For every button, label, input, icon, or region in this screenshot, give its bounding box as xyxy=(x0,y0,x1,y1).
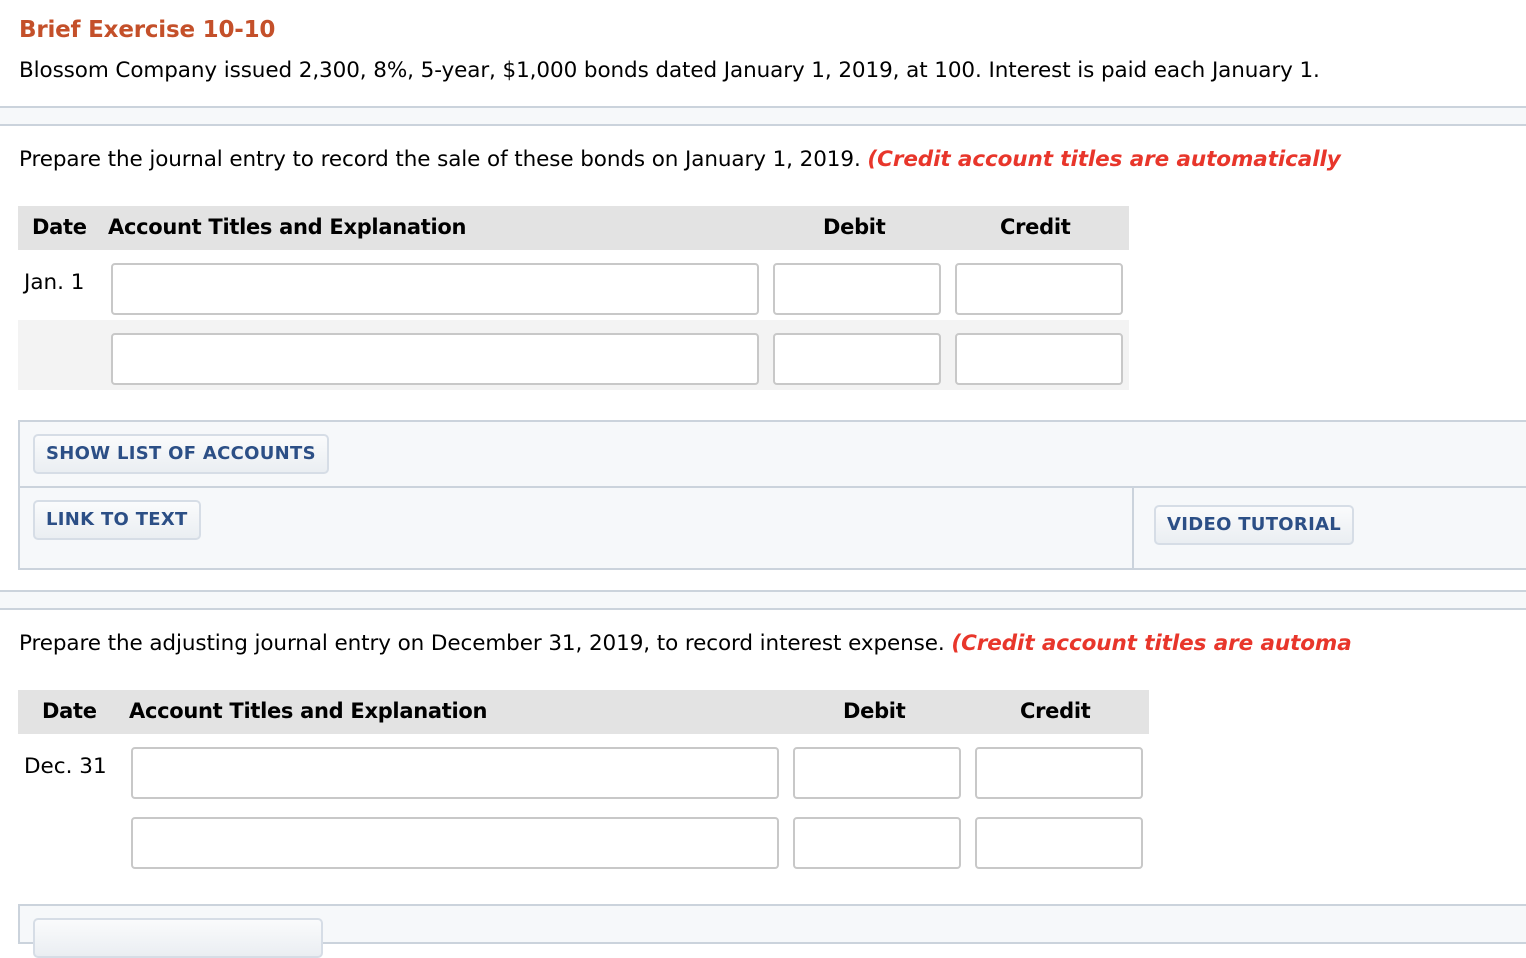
part2-prompt-text: Prepare the adjusting journal entry on D… xyxy=(19,631,945,656)
table-row xyxy=(18,804,1149,874)
header-credit: Credit xyxy=(1000,215,1071,239)
part2-prompt: Prepare the adjusting journal entry on D… xyxy=(19,631,1352,656)
row-date: Dec. 31 xyxy=(24,754,107,779)
header-debit: Debit xyxy=(823,215,886,239)
table-row: Dec. 31 xyxy=(18,734,1149,804)
show-list-of-accounts-button[interactable]: SHOW LIST OF ACCOUNTS xyxy=(33,434,329,474)
link-to-text-button[interactable]: LINK TO TEXT xyxy=(33,500,201,540)
part1-prompt: Prepare the journal entry to record the … xyxy=(19,147,1341,172)
account-title-input[interactable] xyxy=(131,817,779,869)
header-debit: Debit xyxy=(843,699,906,723)
header-account: Account Titles and Explanation xyxy=(129,699,488,723)
header-credit: Credit xyxy=(1020,699,1091,723)
credit-input[interactable] xyxy=(955,263,1123,315)
credit-input[interactable] xyxy=(975,747,1143,799)
debit-input[interactable] xyxy=(773,333,941,385)
account-title-input[interactable] xyxy=(111,333,759,385)
part1-prompt-text: Prepare the journal entry to record the … xyxy=(19,147,861,172)
header-account: Account Titles and Explanation xyxy=(108,215,467,239)
header-date: Date xyxy=(42,699,97,723)
section-divider xyxy=(0,106,1526,126)
account-title-input[interactable] xyxy=(131,747,779,799)
tools-row-accounts: SHOW LIST OF ACCOUNTS xyxy=(20,422,1526,488)
tools-panel: SHOW LIST OF ACCOUNTS LINK TO TEXT VIDEO… xyxy=(18,420,1526,570)
tools-panel-2 xyxy=(18,904,1526,958)
section-divider xyxy=(0,590,1526,610)
header-date: Date xyxy=(32,215,87,239)
debit-input[interactable] xyxy=(793,817,961,869)
debit-input[interactable] xyxy=(793,747,961,799)
table-row xyxy=(18,320,1129,390)
part1-note: (Credit account titles are automatically xyxy=(867,147,1341,172)
tools-divider xyxy=(1132,488,1134,570)
account-title-input[interactable] xyxy=(111,263,759,315)
table-header: Date Account Titles and Explanation Debi… xyxy=(18,690,1149,734)
row-date: Jan. 1 xyxy=(24,270,85,295)
exercise-description: Blossom Company issued 2,300, 8%, 5-year… xyxy=(19,58,1320,83)
tools-row-links: LINK TO TEXT VIDEO TUTORIAL xyxy=(20,488,1526,570)
exercise-title: Brief Exercise 10-10 xyxy=(19,17,276,43)
video-tutorial-button[interactable]: VIDEO TUTORIAL xyxy=(1154,505,1355,545)
part2-note: (Credit account titles are automa xyxy=(951,631,1352,656)
debit-input[interactable] xyxy=(773,263,941,315)
partial-button[interactable] xyxy=(33,918,323,958)
table-header: Date Account Titles and Explanation Debi… xyxy=(18,206,1129,250)
credit-input[interactable] xyxy=(975,817,1143,869)
credit-input[interactable] xyxy=(955,333,1123,385)
table-row: Jan. 1 xyxy=(18,250,1129,320)
